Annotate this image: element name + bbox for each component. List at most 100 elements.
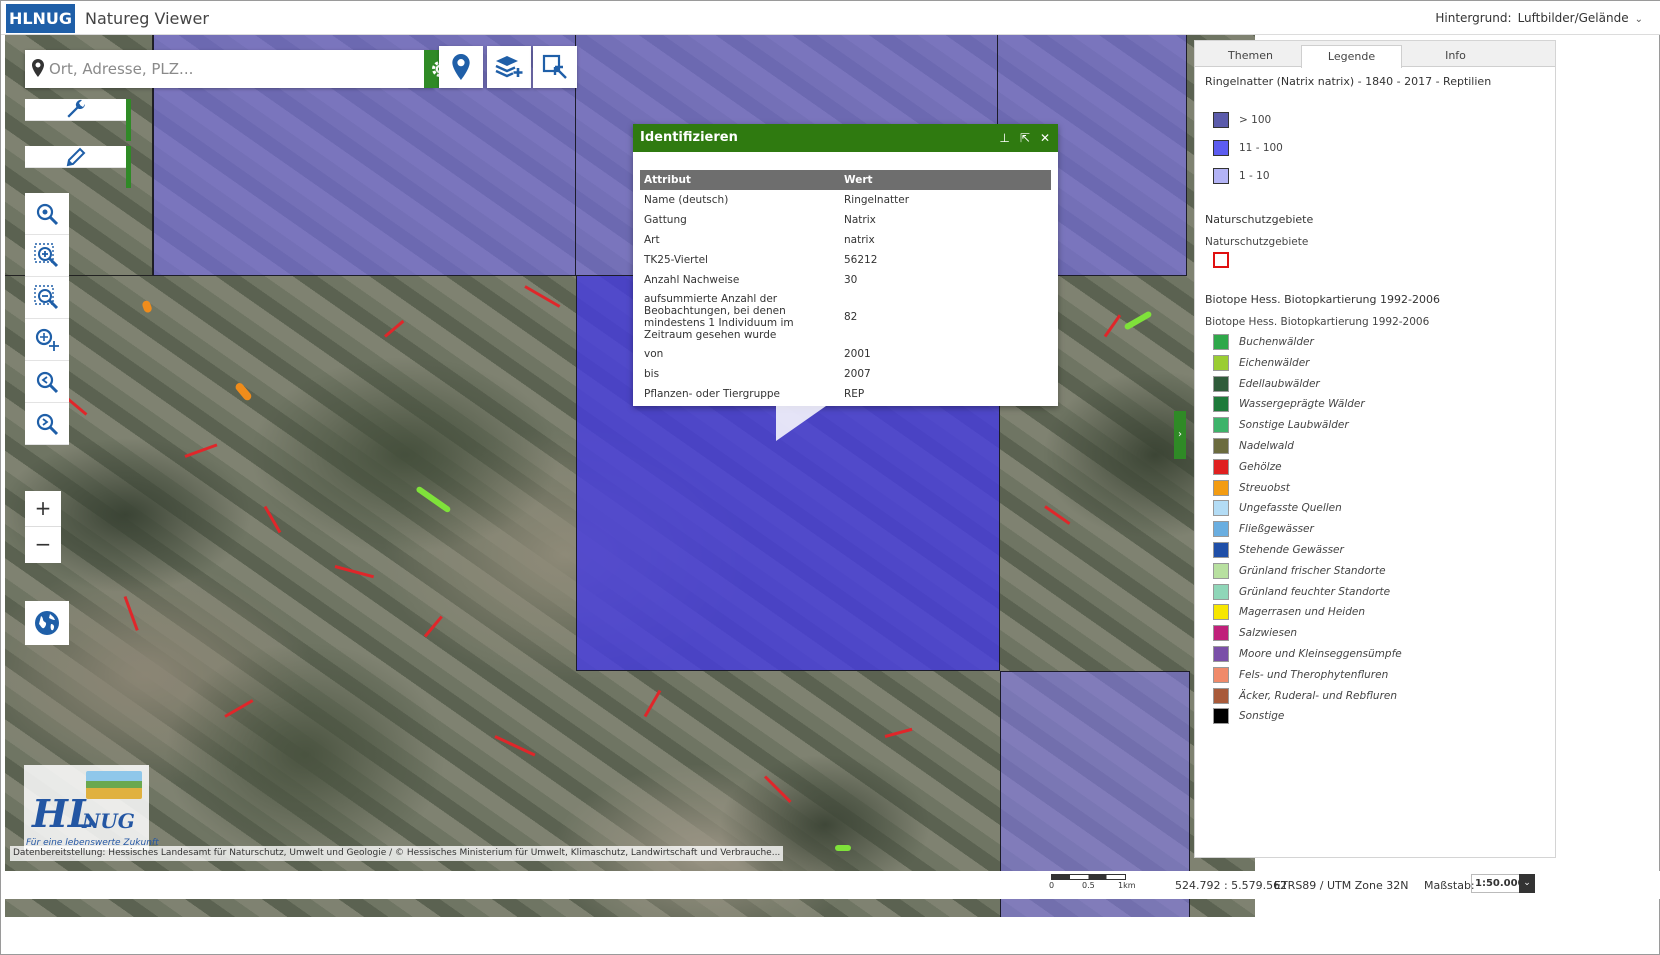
zoom-to-layer-button[interactable]: [25, 193, 69, 235]
legend-ringelnatter-title: Ringelnatter (Natrix natrix) - 1840 - 20…: [1205, 75, 1492, 88]
attribute-cell: bis: [644, 368, 660, 380]
zoom-previous-button[interactable]: [25, 361, 69, 403]
layers-add-icon: [495, 56, 523, 78]
table-row: Art natrix: [640, 230, 1051, 250]
legend-swatch: [1213, 604, 1229, 621]
app-title: Natureg Viewer: [85, 9, 209, 28]
legend-item: Salzwiesen: [1213, 624, 1297, 642]
app-window: HLNUG Natureg Viewer Hintergrund: Luftbil…: [0, 0, 1660, 955]
identify-header-actions: ⊥ ⇱ ✕: [989, 124, 1050, 152]
legend-label: Stehende Gewässer: [1239, 544, 1344, 556]
legend-item: Äcker, Ruderal- und Rebfluren: [1213, 687, 1397, 705]
legend-item: Fels- und Therophytenfluren: [1213, 666, 1388, 684]
zoom-box-in-button[interactable]: [25, 235, 69, 277]
pin-icon[interactable]: ⊥: [999, 131, 1009, 145]
search-input[interactable]: [49, 50, 409, 88]
table-row: Gattung Natrix: [640, 210, 1051, 230]
hlnug-map-logo: HL NUG Für eine lebenswerte Zukunft: [24, 765, 159, 850]
legend-label: Eichenwälder: [1239, 356, 1310, 369]
basemap-globe-button[interactable]: [25, 601, 69, 645]
scale-tick-2: 1km: [1118, 881, 1136, 890]
undock-icon[interactable]: ⇱: [1020, 131, 1030, 145]
legend-label: > 100: [1239, 114, 1272, 126]
zoom-next-button[interactable]: [25, 403, 69, 445]
identify-header: Identifizieren ⊥ ⇱ ✕: [633, 124, 1058, 152]
value-cell: REP: [844, 388, 865, 400]
legend-item: > 100: [1213, 111, 1271, 129]
zoom-box-in-icon: [34, 242, 59, 267]
legend-label: Wassergeprägte Wälder: [1239, 398, 1365, 411]
value-cell: 82: [844, 311, 858, 323]
attribute-cell: aufsummierte Anzahl der Beobachtungen, b…: [644, 293, 794, 341]
scale-tick-1: 0.5: [1082, 881, 1095, 890]
zoom-in-button[interactable]: +: [25, 491, 61, 527]
zoom-box-out-icon: [34, 284, 59, 309]
legend-label: Grünland feuchter Standorte: [1239, 585, 1391, 598]
crs-label: ETRS89 / UTM Zone 32N: [1274, 879, 1409, 892]
identify-title: Identifizieren: [640, 130, 738, 145]
legend-item: Nadelwald: [1213, 437, 1294, 455]
pencil-icon: [66, 147, 85, 166]
scale-bar-labels: 0 0.5 1km: [1049, 880, 1136, 892]
legend-item: 11 - 100: [1213, 139, 1283, 157]
table-row: Name (deutsch) Ringelnatter: [640, 190, 1051, 210]
background-label: Hintergrund:: [1435, 11, 1512, 25]
zoom-previous-icon: [36, 371, 59, 393]
attribute-cell: Pflanzen- oder Tiergruppe: [644, 388, 781, 400]
attribute-cell: Art: [644, 234, 660, 246]
legend-item: Sonstige: [1213, 707, 1284, 725]
attribute-cell: Gattung: [644, 214, 687, 226]
legend-swatch: [1213, 479, 1229, 496]
scale-bar: 0 0.5 1km: [1049, 874, 1136, 892]
scale-tick-0: 0: [1049, 881, 1055, 890]
map-marker-icon: [452, 54, 470, 80]
tab-themen[interactable]: Themen: [1200, 45, 1301, 67]
zoom-box-out-button[interactable]: [25, 277, 69, 319]
legend-item: Buchenwälder: [1213, 333, 1314, 351]
legend-label: 1 - 10: [1239, 170, 1270, 182]
panel-toggle-button[interactable]: ›: [1174, 411, 1186, 459]
legend-item: Grünland frischer Standorte: [1213, 562, 1386, 580]
table-row: bis 2007: [640, 364, 1051, 384]
legend-label: Buchenwälder: [1239, 336, 1314, 348]
legend-item: Magerrasen und Heiden: [1213, 603, 1365, 621]
draw-button[interactable]: [25, 146, 131, 188]
table-row: TK25-Viertel 56212: [640, 250, 1051, 270]
map-view[interactable]: + − HL NUG Für eine lebenswerte Zukunft …: [5, 35, 1255, 917]
legend-label: Fels- und Therophytenfluren: [1239, 668, 1389, 681]
background-selector[interactable]: Hintergrund: Luftbilder/Gelände ⌄: [1435, 11, 1643, 25]
tab-info[interactable]: Info: [1405, 45, 1506, 67]
legend-label: Streuobst: [1239, 481, 1290, 494]
legend-label: Sonstige Laubwälder: [1239, 419, 1349, 432]
select-area-button[interactable]: [533, 46, 577, 88]
close-icon[interactable]: ✕: [1040, 131, 1050, 145]
legend-swatch: [1213, 687, 1229, 704]
search-bar: [25, 50, 456, 88]
table-row: Anzahl Nachweise 30: [640, 270, 1051, 290]
legend-swatch: [1213, 458, 1229, 475]
chevron-down-icon[interactable]: ⌄: [1519, 874, 1535, 893]
zoom-full-extent-button[interactable]: [25, 319, 69, 361]
attribute-cell: Name (deutsch): [644, 194, 729, 206]
legend-label: Nadelwald: [1239, 440, 1294, 452]
legend-nsg-title: Naturschutzgebiete: [1205, 213, 1314, 226]
locate-button[interactable]: [439, 46, 483, 88]
add-layer-button[interactable]: [487, 46, 531, 88]
tools-button[interactable]: [25, 99, 131, 141]
value-cell: 56212: [844, 254, 878, 266]
identify-table: Attribut Wert Name (deutsch) Ringelnatter…: [640, 170, 1051, 404]
legend-label: Magerrasen und Heiden: [1239, 606, 1365, 619]
hlnug-logo[interactable]: HLNUG: [6, 4, 75, 33]
legend-swatch: [1213, 521, 1229, 538]
zoom-next-icon: [36, 413, 59, 435]
legend-item: Sonstige Laubwälder: [1213, 416, 1349, 434]
legend-label: Äcker, Ruderal- und Rebfluren: [1239, 689, 1397, 702]
background-value: Luftbilder/Gelände: [1517, 11, 1629, 25]
legend-label: Moore und Kleinseggensümpfe: [1239, 648, 1402, 660]
tab-legende[interactable]: Legende: [1301, 45, 1402, 68]
zoom-out-button[interactable]: −: [25, 527, 61, 563]
legend-swatch: [1213, 375, 1229, 392]
zoom-control: + −: [25, 491, 61, 563]
map-attribution: Datenbereitstellung: Hessisches Landesam…: [10, 846, 784, 861]
table-row: aufsummierte Anzahl der Beobachtungen, b…: [640, 290, 1051, 344]
